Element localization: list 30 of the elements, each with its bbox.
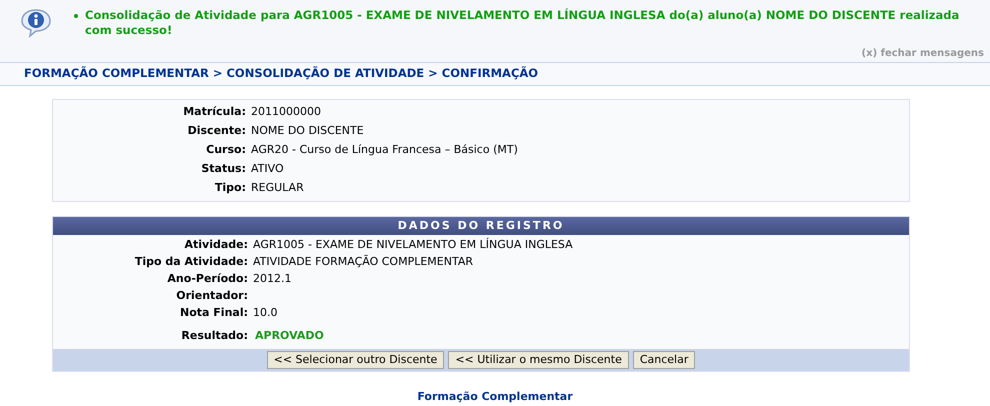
field-label: Nota Final: bbox=[180, 306, 248, 320]
field-label: Resultado: bbox=[181, 329, 248, 342]
field-label: Ano-Período: bbox=[167, 272, 248, 286]
field-value: AGR1005 - EXAME DE NIVELAMENTO EM LÍNGUA INGLESA bbox=[253, 237, 573, 254]
result-status: APROVADO bbox=[255, 328, 324, 344]
field-label: Status: bbox=[201, 162, 246, 176]
action-button[interactable]: << Selecionar outro Discente bbox=[266, 350, 444, 368]
action-button[interactable]: << Utilizar o mesmo Discente bbox=[448, 350, 629, 368]
field-value: AGR20 - Curso de Língua Francesa – Básico (MT) bbox=[251, 142, 518, 158]
field-value: 2011000000 bbox=[251, 104, 321, 120]
field-label: Tipo: bbox=[214, 181, 246, 194]
action-button[interactable]: Cancelar bbox=[632, 350, 696, 368]
field-value: NOME DO DISCENTE bbox=[251, 123, 364, 140]
breadcrumb: FORMAÇÃO COMPLEMENTAR > CONSOLIDAÇÃO DE ATIVIDADE > CONFIRMAÇÃO bbox=[24, 65, 538, 82]
field-label: Matrícula: bbox=[183, 105, 246, 118]
bullet-icon bbox=[74, 14, 78, 18]
field-label: Orientador: bbox=[176, 289, 248, 302]
field-label: Curso: bbox=[206, 143, 246, 156]
field-value: ATIVIDADE FORMAÇÃO COMPLEMENTAR bbox=[253, 254, 473, 270]
field-label: Discente: bbox=[188, 124, 246, 138]
field-label: Tipo da Atividade: bbox=[134, 255, 248, 268]
field-value: REGULAR bbox=[251, 180, 304, 196]
footer-link[interactable]: Formação Complementar bbox=[417, 390, 573, 402]
field-value: ATIVO bbox=[251, 161, 284, 178]
panel-header: DADOS DO REGISTRO bbox=[53, 217, 909, 235]
field-value: 10.0 bbox=[253, 305, 278, 322]
field-label: Atividade: bbox=[184, 238, 248, 252]
info-icon bbox=[20, 8, 52, 38]
field-value: 2012.1 bbox=[253, 271, 292, 288]
success-message: Consolidação de Atividade para AGR1005 - EXAME DE NIVELAMENTO EM LÍNGUA INGLESA do(a) aluno(a) NOME DO DISCENTE realizada com sucesso! bbox=[85, 8, 960, 38]
